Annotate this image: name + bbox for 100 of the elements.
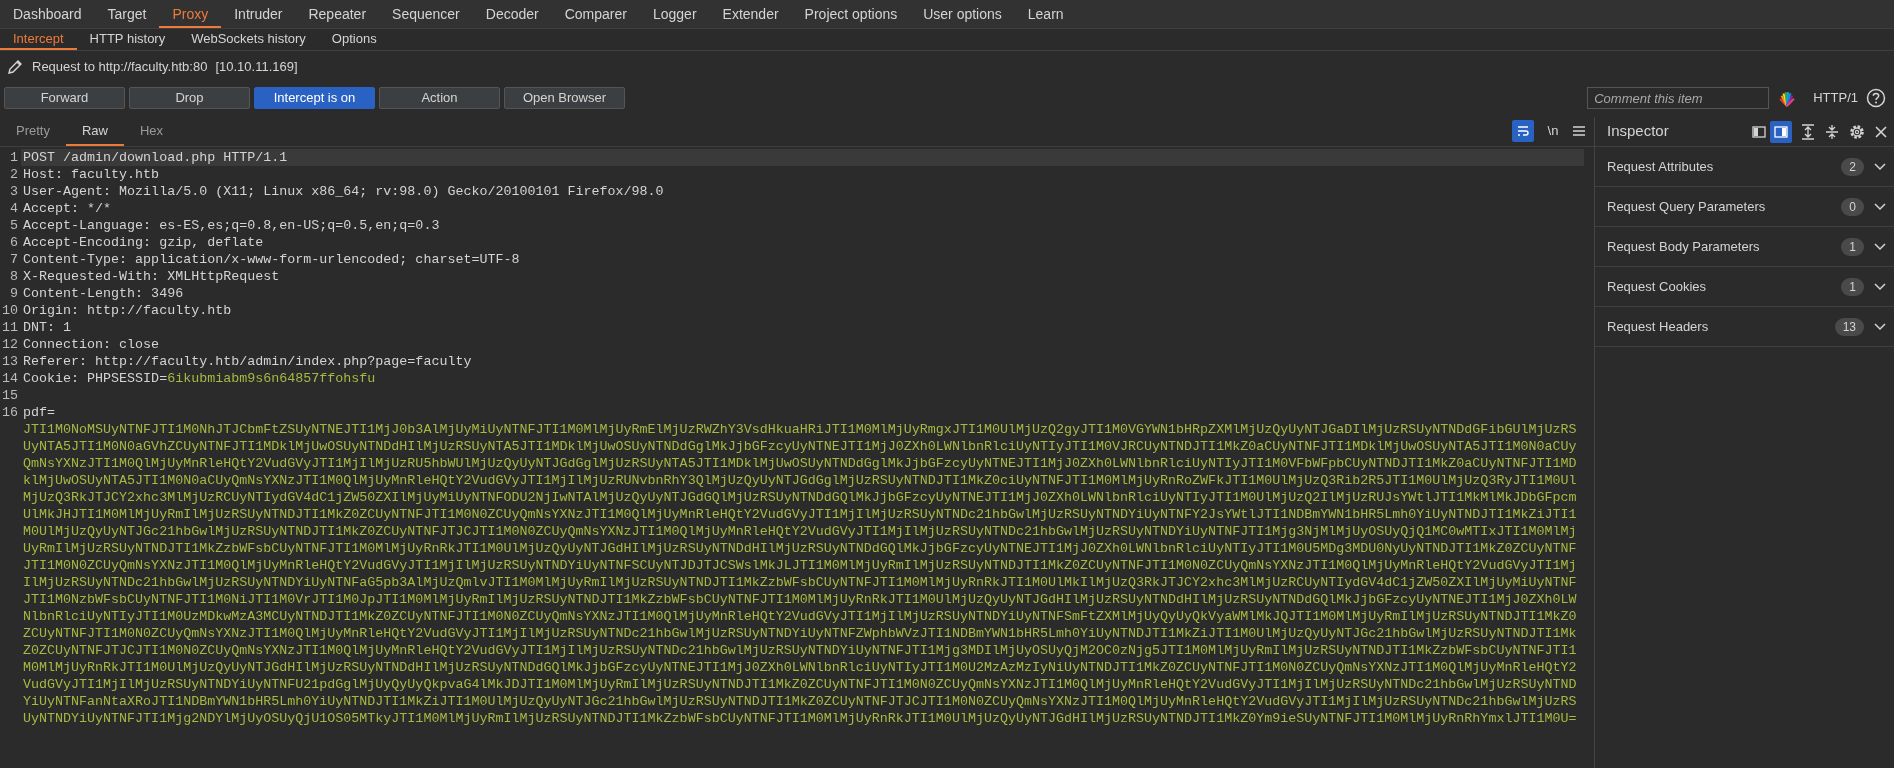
line-number: 13 — [1, 353, 19, 370]
code-text: Origin: http://faculty.htb — [23, 303, 232, 318]
panel-title: Inspector — [1607, 121, 1669, 142]
body-value-text: UyNTA5JTI1M0N0aGVhZCUyNTNFJTI1MDklMjUwOSUyNTNDdHIlMjUzRSUyNTA5JTI1MDklMjUwOSUyNTNDdGglMkJjbGFzcyUyNTNEJTI1MjJ0ZXh0LWNlbnRlciUyNTIyJTI1M0VJRCUyNTNDJTI1MkZ0aCUyNTNFJTI1MDklMjUwOSUyNTA5JTI1M0N0aCUy — [23, 439, 1577, 454]
code-text: User-Agent: Mozilla/5.0 (X11; Linux x86_64; rv:98.0) Gecko/20100101 Firefox/98.0 — [23, 184, 664, 199]
line-number: 4 — [9, 200, 19, 217]
code-text: Content-Length: 3496 — [23, 286, 184, 301]
action-button[interactable]: Intercept is on — [254, 87, 375, 109]
body-value-text: UyNTNDYiUyNTNFJTI1Mjg2NDYlMjUyOSUyQjU1OS05MTkyJTI1M0MlMjUyRmIlMjUzRSUyNTNDJTI1MkZzbWFsbCUyNTNFJTI1M0MlMjUyRnRkJTI1M0UlMjUzQyUyNTJGdHIlMjUzRSUyNTNDJTI1MkZ0Ym9ieSUyNTNFJTI1M0MlMjUyRnRhYmxlJTI1M0U= — [23, 711, 1577, 726]
nav-tab[interactable]: Dashboard — [0, 0, 95, 28]
line-number: 2 — [9, 166, 19, 183]
body-value-text: MjUzQ3RkJTJCY2xhc3MlMjUzRCUyNTIydGV4dC1jZW50ZXIlMjUyMiUyNTNFODU2NjIwNTAlMjUzQyUyNTJGdGQlMjUzRSUyNTNDdGQlMkJjbGFzcyUyNTNEJTI1MjJ0ZXh0LWNlbnRlciUyNTIyJTI1M0UlMjUzQ2IlMjUzRUJsYWtlJTI1MkMlMkJDbGFpcm — [23, 490, 1577, 505]
code-text: Accept-Encoding: gzip, deflate — [23, 235, 264, 250]
inspector-section[interactable]: Request Body Parameters 1 — [1595, 227, 1894, 267]
protocol-label[interactable]: HTTP/1 — [1813, 88, 1858, 108]
body-value-text: JTI1M0NoMSUyNTNFJTI1M0NhJTJCbmFtZSUyNTNEJTI1MjJ0b3AlMjUyMiUyNTNFJTI1M0MlMjUyRmElMjUzRWZhY3VsdHkuaHRiJTI1M0MlMjUyRmgxJTI1M0UlMjUzQ2gyJTI1M0VGYWN1bHRpZXMlMjUzQyUyNTJGaDIlMjUzRSUyNTNDdGFibGUlMjUzRS — [23, 422, 1577, 437]
line-number: 7 — [9, 251, 19, 268]
ip-address-label: [10.10.11.169] — [215, 58, 298, 77]
nav-tab[interactable]: Learn — [1014, 0, 1077, 28]
line-number: 16 — [1, 404, 19, 421]
action-button[interactable]: Action — [379, 87, 500, 109]
sub-tab[interactable]: HTTP history — [76, 29, 179, 50]
chevron-down-icon — [1874, 282, 1886, 291]
nav-tab[interactable]: User options — [910, 0, 1015, 28]
inspector-section[interactable]: Request Headers 13 — [1595, 307, 1894, 347]
editor-tab[interactable]: Raw — [65, 117, 124, 146]
body-value-text: JTI1M0N0ZCUyQmNsYXNzJTI1M0QlMjUyMnRleHQtY2VudGVyJTI1MjIlMjUzRSUyNTNDYiUyNTNFSCUyNTJDJTJCSWslMkJLJTI1M0MlMjUyRmIlMjUzRSUyNTNDJTI1MkZ0ZCUyNTNFJTI1M0N0ZCUyQmNsYXNzJTI1M0QlMjUyMnRleHQtY2VudGVyJTI1Mj — [23, 558, 1577, 573]
nav-tab[interactable]: Proxy — [159, 0, 222, 28]
line-number: 14 — [1, 370, 19, 387]
close-icon[interactable] — [1874, 124, 1888, 139]
comment-field[interactable]: Comment this item — [1587, 87, 1770, 109]
line-number: 15 — [1, 387, 19, 404]
code-text: Accept: */* — [23, 201, 112, 216]
code-text: Referer: http://faculty.htb/admin/index.php?page=faculty — [23, 354, 472, 369]
line-number: 12 — [1, 336, 19, 353]
count-badge: 0 — [1841, 197, 1864, 216]
count-badge: 1 — [1841, 237, 1864, 256]
body-value-text: QmNsYXNzJTI1M0QlMjUyMnRleHQtY2VudGVyJTI1MjIlMjUzRU5hbWUlMjUzQyUyNTJGdGglMjUzRSUyNTA5JTI1MDklMjUwOSUyNTNDdGglMkJjbGFzcyUyNTNEJTI1MjJ0ZXh0LWNlbnRlciUyNTIyJTI1M0VFbWFpbCUyNTNDJTI1MkZ0aCUyNTNFJTI1MD — [23, 456, 1577, 471]
line-number: 3 — [9, 183, 19, 200]
collapse-icon[interactable] — [1824, 123, 1840, 140]
body-value-text: UyRmIlMjUzRSUyNTNDJTI1MkZzbWFsbCUyNTNFJTI1M0MlMjUyRnRkJTI1M0UlMjUzQyUyNTJGdHIlMjUzRSUyNTNDdHIlMjUzRSUyNTNDdGQlMkJjbGFzcyUyNTNEJTI1MjJ0ZXh0LWNlbnRlciUyNTIyJTI1M0U5MDg3MDU0NyUyNTNDJTI1MkZ0ZCUyNTNF — [23, 541, 1577, 556]
line-number: 5 — [9, 217, 19, 234]
inspector-section[interactable]: Request Query Parameters 0 — [1595, 187, 1894, 227]
editor-tab[interactable]: Hex — [124, 117, 180, 146]
body-value-text: IlMjUzRSUyNTNDc21hbGwlMjUzRSUyNTNDYiUyNTNFaG5pb3AlMjUzQmlvJTI1M0MlMjUyRmIlMjUzRSUyNTNDJTI1MkZzbWFsbCUyNTNFJTI1M0MlMjUyRnRkJTI1M0UlMkIlMjUzQ3RkJTJCY2xhc3MlMjUzRCUyNTIydGV4dC1jZW50ZXIlMjUyMiUyNTNF — [23, 575, 1577, 590]
body-value-text: JTI1M0NzbWFsbCUyNTNFJTI1M0NiJTI1M0VrJTI1M0JpJTI1M0MlMjUyRmIlMjUzRSUyNTNDJTI1MkZzbWFsbCUyNTNFJTI1M0MlMjUyRnRkJTI1M0UlMjUzQyUyNTJGdHIlMjUzRSUyNTNDdHIlMjUzRSUyNTNDdGQlMkJjbGFzcyUyNTNEJTI1MjJ0ZXh0LW — [23, 592, 1577, 607]
settings-icon[interactable] — [1848, 122, 1866, 141]
count-badge: 13 — [1834, 317, 1864, 336]
nav-tab[interactable]: Project options — [791, 0, 911, 28]
chevron-down-icon — [1874, 202, 1886, 211]
sub-tab[interactable]: WebSockets history — [178, 29, 319, 50]
code-text: Content-Type: application/x-www-form-urlencoded; charset=UTF-8 — [23, 252, 520, 267]
action-button[interactable]: Drop — [129, 87, 250, 109]
sub-tab[interactable]: Options — [318, 29, 390, 50]
layout-toggle[interactable] — [1770, 120, 1792, 143]
nav-tab[interactable]: Repeater — [295, 0, 380, 28]
code-text: Accept-Language: es-ES,es;q=0.8,en-US;q=0.5,en;q=0.3 — [23, 218, 440, 233]
body-value-text: ZCUyNTNFJTI1M0N0ZCUyQmNsYXNzJTI1M0QlMjUyMnRleHQtY2VudGVyJTI1MjIlMjUzRSUyNTNDc21hbGwlMjUzRSUyNTNDYiUyNTNFZWphbWVzJTI1NDBmYWN1bHR5Lmh0YiUyNTNDJTI1MkZiJTI1M0UlMjUzQyUyNTJGc21hbGwlMjUzRSUyNTNDJTI1Mk — [23, 626, 1577, 641]
chevron-down-icon — [1874, 242, 1886, 251]
nav-tab[interactable]: Logger — [639, 0, 710, 28]
expand-icon[interactable] — [1800, 123, 1816, 140]
chevron-down-icon — [1874, 162, 1886, 171]
action-button[interactable]: Forward — [4, 87, 125, 109]
line-number: 6 — [9, 234, 19, 251]
line-number: 10 — [1, 302, 19, 319]
code-text: POST /admin/download.php HTTP/1.1 — [23, 150, 288, 165]
body-value-text: klMjUwOSUyNTA5JTI1M0N0aCUyQmNsYXNzJTI1M0QlMjUyMnRleHQtY2VudGVyJTI1MjIlMjUzRUNvbnRhY3QlMjUzQyUyNTJGdGglMjUzRSUyNTNDJTI1MkZ0ciUyNTNFJTI1M0MlMjUyRnRoZWFkJTI1M0UlMjUzQ3Rib2R5JTI1M0UlMjUzQ3RyJTI1M0Ul — [23, 473, 1577, 488]
nav-tab[interactable]: Sequencer — [379, 0, 473, 28]
nav-tab[interactable]: Intruder — [221, 0, 296, 28]
inspector-section[interactable]: Request Attributes 2 — [1595, 147, 1894, 187]
inspector-section[interactable]: Request Cookies 1 — [1595, 267, 1894, 307]
line-number: 9 — [9, 285, 19, 302]
body-value-text: Z0ZCUyNTNFJTJCJTI1M0N0ZCUyQmNsYXNzJTI1M0QlMjUyMnRleHQtY2VudGVyJTI1MjIlMjUzRSUyNTNDc21hbGwlMjUzRSUyNTNDYiUyNTNFJTI1Mjg3MDIlMjUyOSUyQjM2OC0zNjg5JTI1M0MlMjUyRmIlMjUzRSUyNTNDJTI1MkZzbWFsbCUyNTNFJTI1 — [23, 643, 1577, 658]
body-value-text: UlMkJHJTI1M0MlMjUyRmIlMjUzRSUyNTNDJTI1MkZ0ZCUyNTNFJTI1M0N0ZCUyQmNsYXNzJTI1M0QlMjUyMnRleHQtY2VudGVyJTI1MjIlMjUzRSUyNTNDc21hbGwlMjUzRSUyNTNDYiUyNTNFY2JsYWtlJTI1NDBmYWN1bHR5Lmh0YiUyNTNDJTI1MkZiJTI1 — [23, 507, 1577, 522]
body-value-text: NlbnRlciUyNTIyJTI1M0UzMDkwMzA3MCUyNTNDJTI1MkZ0ZCUyNTNFJTI1M0N0ZCUyQmNsYXNzJTI1M0QlMjUyMnRleHQtY2VudGVyJTI1MjIlMjUzRSUyNTNDYiUyNTNFSmFtZXMlMjUyQyUyQkVyaWMlMkJQJTI1M0MlMjUyRmIlMjUzRSUyNTNDJTI1MkZ0 — [23, 609, 1577, 624]
newline-toggle[interactable]: \n — [1542, 120, 1564, 142]
help-icon[interactable] — [1866, 88, 1886, 108]
code-text: Connection: close — [23, 337, 160, 352]
code-text: DNT: 1 — [23, 320, 72, 335]
nav-tab[interactable]: Decoder — [472, 0, 552, 28]
pencil-icon — [6, 58, 24, 76]
editor-tab[interactable]: Pretty — [0, 117, 66, 146]
nav-tab[interactable]: Comparer — [551, 0, 640, 28]
line-number: 8 — [9, 268, 19, 285]
line-number: 1 — [9, 149, 19, 166]
code-text: X-Requested-With: XMLHttpRequest — [23, 269, 280, 284]
menu-icon[interactable] — [1572, 125, 1586, 137]
code-text: Cookie: PHPSESSID= — [23, 371, 168, 386]
right-panel-icon[interactable] — [1774, 125, 1788, 138]
code-text: pdf= — [23, 405, 56, 420]
nav-tab[interactable]: Target — [94, 0, 160, 28]
action-button[interactable]: Open Browser — [504, 87, 625, 109]
body-value-text: YiUyNTNFanNtaXRoJTI1NDBmYWN1bHR5Lmh0YiUyNTNDJTI1MkZiJTI1M0UlMjUzQyUyNTJGc21hbGwlMjUzRSUyNTNDJTI1MkZ0ZCUyNTNFJTJCJTI1M0N0ZCUyQmNsYXNzJTI1M0QlMjUyMnRleHQtY2VudGVyJTI1MjIlMjUzRSUyNTNDc21hbGwlMjUzRS — [23, 694, 1577, 709]
sub-tab[interactable]: Intercept — [0, 29, 77, 50]
cookie-value: 6ikubmiabm9s6n64857ffohsfu — [167, 371, 376, 386]
body-value-text: VudGVyJTI1MjIlMjUzRSUyNTNDYiUyNTNFU21pdGglMjUyQyUyQkpvaG4lMkJDJTI1M0MlMjUyRmIlMjUzRSUyNTNDJTI1MkZ0ZCUyNTNFJTI1M0N0ZCUyQmNsYXNzJTI1M0QlMjUyMnRleHQtY2VudGVyJTI1MjIlMjUzRSUyNTNDc21hbGwlMjUzRSUyNTND — [23, 677, 1577, 692]
left-panel-icon[interactable] — [1752, 125, 1766, 138]
body-value-text: M0MlMjUyRnRkJTI1M0UlMjUzQyUyNTJGdHIlMjUzRSUyNTNDdHIlMjUzRSUyNTNDdGQlMkJjbGFzcyUyNTNEJTI1MjJ0ZXh0LWNlbnRlciUyNTIyJTI1M0U2MzAzMzIyNiUyNTNDJTI1MkZ0ZCUyNTNFJTI1M0N0ZCUyQmNsYXNzJTI1M0QlMjUyMnRleHQtY2 — [23, 660, 1577, 675]
nav-tab[interactable]: Extender — [709, 0, 792, 28]
line-number: 11 — [1, 319, 19, 336]
